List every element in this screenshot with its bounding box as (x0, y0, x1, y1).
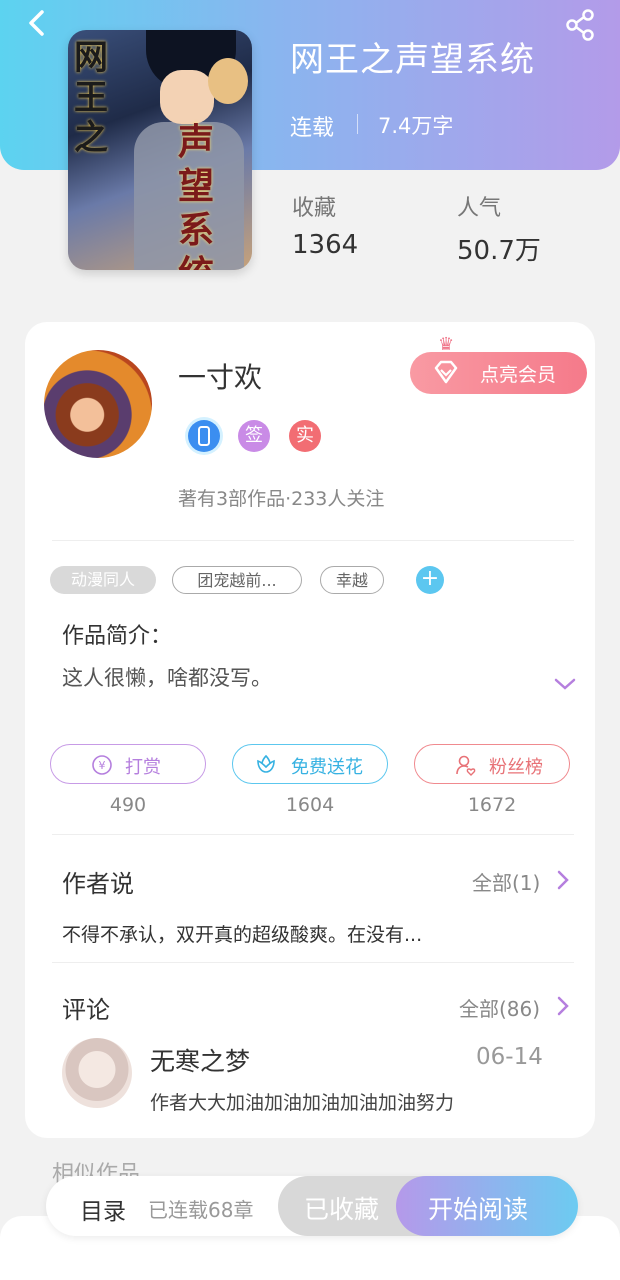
book-cover[interactable]: 网王之 声望系统 (68, 30, 252, 270)
comments-all-link[interactable]: 全部(86) (459, 993, 540, 1022)
diamond-icon (434, 360, 458, 384)
phone-badge-icon (188, 420, 220, 452)
favorites-label: 收藏 (292, 196, 337, 221)
divider (52, 540, 574, 541)
tag-category[interactable]: 动漫同人 (50, 566, 156, 594)
cover-girl (208, 58, 248, 104)
popularity-value: 50.7万 (457, 236, 541, 266)
divider (52, 962, 574, 963)
chevron-down-icon[interactable] (553, 676, 577, 692)
chevron-right-icon[interactable] (557, 996, 569, 1016)
tag-item[interactable]: 幸越 (320, 566, 384, 594)
flower-label: 免费送花 (291, 757, 363, 778)
favorited-label: 已收藏 (304, 1195, 380, 1224)
svg-text:¥: ¥ (99, 759, 106, 772)
author-avatar[interactable] (44, 350, 152, 458)
share-icon[interactable] (564, 8, 596, 42)
book-title: 网王之声望系统 (290, 40, 535, 80)
yen-coin-icon: ¥ (92, 755, 112, 775)
vip-button[interactable]: ♛ 点亮会员 (410, 334, 587, 394)
intro-text: 这人很懒，啥都没写。 (62, 666, 272, 690)
divider (357, 114, 358, 134)
fans-label: 粉丝榜 (489, 757, 543, 778)
send-flower-button[interactable]: 免费送花 (232, 744, 388, 784)
comments-heading: 评论 (62, 996, 110, 1024)
book-status: 连载 (290, 116, 335, 141)
comment-text[interactable]: 作者大大加油加油加油加油加油努力 (150, 1088, 454, 1115)
start-reading-label: 开始阅读 (428, 1195, 529, 1224)
reward-count: 490 (109, 794, 147, 816)
popularity-label: 人气 (457, 196, 502, 221)
vip-label: 点亮会员 (480, 364, 557, 386)
cover-title-right: 声望系统 (178, 121, 215, 270)
add-tag-icon[interactable]: + (416, 566, 444, 594)
author-says-heading: 作者说 (62, 870, 134, 898)
favorites-value: 1364 (292, 230, 359, 260)
fan-user-icon (456, 755, 476, 776)
tag-item[interactable]: 团宠越前... (172, 566, 302, 594)
chapter-count: 已连载68章 (148, 1198, 254, 1222)
fans-count: 1672 (467, 794, 517, 816)
toc-button[interactable]: 目录 (80, 1192, 126, 1226)
comment-date: 06-14 (476, 1044, 543, 1070)
author-summary: 著有3部作品·233人关注 (178, 488, 385, 510)
cover-face (160, 70, 214, 124)
flower-icon (257, 754, 275, 773)
reward-label: 打赏 (125, 757, 161, 778)
start-reading-button[interactable]: 开始阅读 (396, 1176, 578, 1236)
back-arrow-icon[interactable] (22, 8, 52, 38)
commenter-avatar[interactable] (62, 1038, 132, 1108)
signed-badge: 签 (238, 420, 270, 452)
intro-heading: 作品简介： (62, 624, 173, 649)
author-says-snippet[interactable]: 不得不承认，双开真的超级酸爽。在没有... (62, 920, 422, 947)
word-count: 7.4万字 (378, 114, 454, 138)
reward-button[interactable]: ¥ 打赏 (50, 744, 206, 784)
fan-ranking-button[interactable]: 粉丝榜 (414, 744, 570, 784)
commenter-name: 无寒之梦 (150, 1047, 251, 1076)
flower-count: 1604 (285, 794, 335, 816)
cover-title-left: 网王之 (74, 38, 108, 158)
verified-badge: 实 (289, 420, 321, 452)
chevron-right-icon[interactable] (557, 870, 569, 890)
author-name[interactable]: 一寸欢 (178, 356, 262, 396)
crown-icon: ♛ (438, 334, 455, 355)
author-says-all-link[interactable]: 全部(1) (472, 867, 540, 896)
divider (52, 834, 574, 835)
